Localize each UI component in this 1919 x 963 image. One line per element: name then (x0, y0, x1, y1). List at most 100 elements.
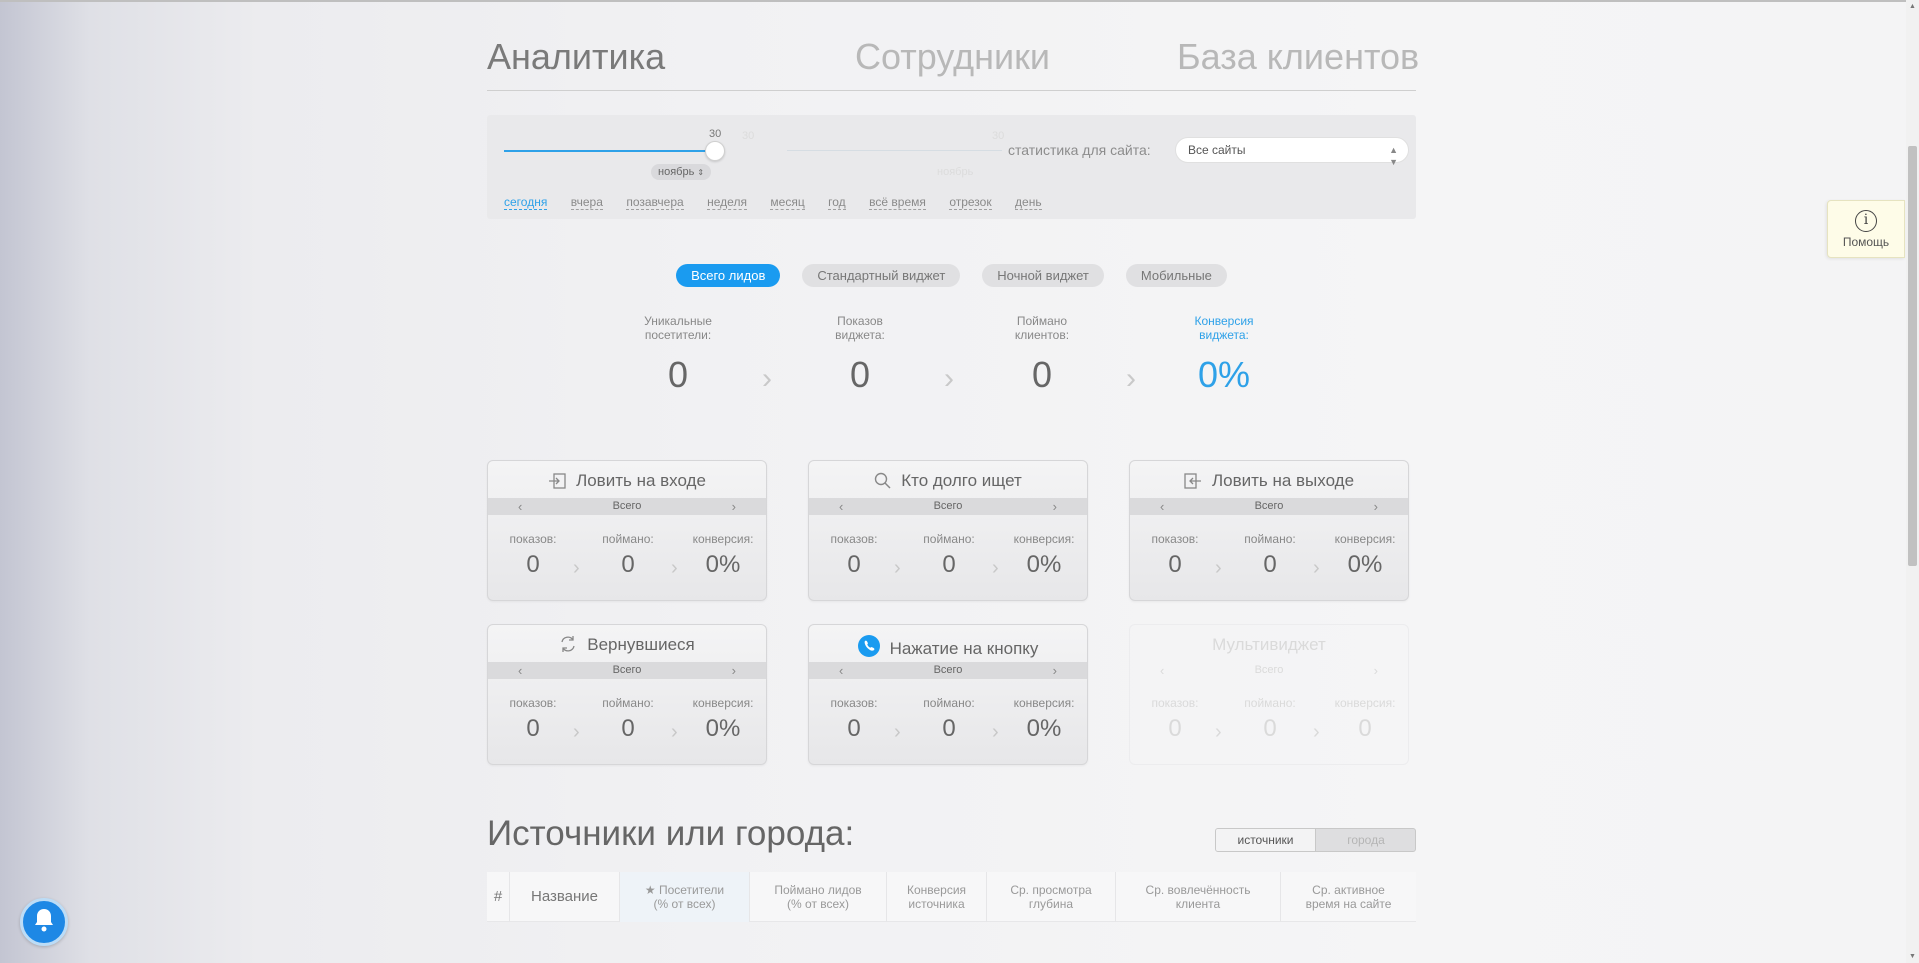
chevron-right-icon: › (573, 721, 580, 743)
col-visitors[interactable]: ★ Посетители (% от всех) (620, 872, 750, 922)
card-caught: поймано: 0 (1244, 696, 1296, 742)
chevron-right-icon[interactable]: › (1053, 498, 1057, 515)
chevron-right-icon: › (944, 362, 954, 395)
period-year[interactable]: год (828, 195, 846, 210)
segment-pills: Всего лидов Стандартный виджет Ночной видж… (487, 264, 1416, 287)
card-filter: ‹ Всего › (809, 498, 1087, 515)
card-filter: ‹ Всего › (1160, 663, 1378, 678)
scroll-up-icon[interactable]: ▲ (1909, 3, 1916, 10)
funnel-label: Показов виджета: (835, 314, 885, 342)
period-day[interactable]: день (1015, 195, 1042, 210)
tab-employees[interactable]: Сотрудники (855, 36, 1050, 78)
toggle-cities[interactable]: города (1316, 829, 1415, 851)
period-week[interactable]: неделя (707, 195, 747, 210)
card-shows: показов: 0 (1151, 696, 1199, 742)
card-shows: показов: 0 (830, 696, 878, 742)
chevron-right-icon: › (1373, 663, 1378, 678)
col-number[interactable]: # (487, 872, 510, 922)
chevron-left-icon[interactable]: ‹ (518, 662, 522, 679)
month-select[interactable]: ноябрь ⇕ (651, 164, 712, 180)
col-leads[interactable]: Поймано лидов (% от всех) (750, 872, 887, 922)
widget-card-returned[interactable]: Вернувшиеся ‹ Всего › показов: 0 › поймано:… (487, 624, 767, 765)
card-conversion: конверсия: 0% (1013, 696, 1075, 742)
period-month[interactable]: месяц (770, 195, 805, 210)
segment-all-leads[interactable]: Всего лидов (676, 264, 781, 287)
top-border (0, 0, 1919, 2)
segment-night-widget[interactable]: Ночной виджет (982, 264, 1104, 287)
chevron-right-icon: › (573, 557, 580, 579)
chevron-right-icon: › (671, 721, 678, 743)
help-button[interactable]: i Помощь (1827, 200, 1905, 258)
bell-icon (32, 907, 56, 938)
scrollbar[interactable]: ▲ ▼ (1906, 0, 1919, 963)
chevron-right-icon: › (894, 557, 901, 579)
col-name[interactable]: Название (510, 872, 620, 922)
funnel-stats: Уникальные посетители: 0 › Показов виджета… (487, 314, 1416, 404)
tab-analytics[interactable]: Аналитика (487, 36, 665, 78)
card-conversion: конверсия: 0 (1334, 696, 1396, 742)
card-shows: показов: 0 (830, 532, 878, 578)
card-title: Ловить на входе (488, 471, 766, 494)
date-slider-track-secondary (787, 150, 1002, 151)
chevron-left-icon[interactable]: ‹ (1160, 498, 1164, 515)
card-conversion: конверсия: 0% (1334, 532, 1396, 578)
segment-standard-widget[interactable]: Стандартный виджет (802, 264, 961, 287)
chevron-right-icon[interactable]: › (1053, 662, 1057, 679)
funnel-widget-shows: Показов виджета: 0 (800, 314, 920, 396)
chevron-right-icon: › (1215, 557, 1222, 579)
card-title: Мультивиджет (1212, 635, 1326, 654)
date-slider-handle[interactable] (705, 141, 725, 161)
period-day-before[interactable]: позавчера (626, 195, 684, 210)
sources-toggle: источники города (1215, 828, 1416, 852)
tab-clients[interactable]: База клиентов (1177, 36, 1419, 78)
chevron-left-icon[interactable]: ‹ (839, 662, 843, 679)
widget-card-catch-on-exit[interactable]: Ловить на выходе ‹ Всего › показов: 0 › пой… (1129, 460, 1409, 601)
card-shows: показов: 0 (1151, 532, 1199, 578)
chevron-right-icon[interactable]: › (1374, 498, 1378, 515)
site-label: статистика для сайта: (1008, 142, 1151, 158)
col-engagement[interactable]: Ср. вовлечённость клиента (1116, 872, 1281, 922)
funnel-label: Уникальные посетители: (644, 314, 712, 342)
card-caught: поймано: 0 (602, 696, 654, 742)
card-conversion: конверсия: 0% (692, 696, 754, 742)
period-range[interactable]: отрезок (949, 195, 992, 210)
period-today[interactable]: сегодня (504, 195, 548, 210)
phone-icon (857, 635, 880, 662)
widget-card-button-click[interactable]: Нажатие на кнопку ‹ Всего › показов: 0 › по… (808, 624, 1088, 765)
chevron-right-icon: › (1313, 557, 1320, 579)
card-conversion: конверсия: 0% (1013, 532, 1075, 578)
main-nav: Аналитика Сотрудники База клиентов (487, 30, 1419, 91)
search-icon (874, 472, 891, 494)
site-select[interactable]: Все сайты ▲ ▼ (1175, 137, 1409, 167)
segment-mobile[interactable]: Мобильные (1125, 264, 1227, 287)
card-title: Вернувшиеся (488, 635, 766, 658)
chevron-right-icon: › (992, 721, 999, 743)
chevron-right-icon: › (762, 362, 772, 395)
scroll-down-icon[interactable]: ▼ (1909, 953, 1916, 960)
date-slider-track[interactable] (504, 150, 712, 152)
select-arrows-icon: ▲ ▼ (1389, 145, 1398, 167)
notifications-button[interactable] (20, 898, 68, 946)
period-yesterday[interactable]: вчера (570, 195, 603, 210)
col-active-time[interactable]: Ср. активное время на сайте (1281, 872, 1416, 922)
col-source-conversion[interactable]: Конверсия источника (887, 872, 987, 922)
card-filter: ‹ Всего › (1130, 498, 1408, 515)
chevron-right-icon[interactable]: › (732, 662, 736, 679)
card-caught: поймано: 0 (1244, 532, 1296, 578)
chevron-right-icon[interactable]: › (732, 498, 736, 515)
col-view-depth[interactable]: Ср. просмотра глубина (987, 872, 1116, 922)
widget-card-long-search[interactable]: Кто долго ищет ‹ Всего › показов: 0 › пойма… (808, 460, 1088, 601)
site-select-value: Все сайты (1188, 143, 1246, 157)
widget-card-multiwidget: Мультивиджет ‹ Всего › показов: 0 › поймано… (1129, 624, 1409, 765)
chevron-right-icon: › (1215, 721, 1222, 743)
chevron-right-icon: › (1126, 362, 1136, 395)
funnel-value: 0 (1031, 354, 1053, 395)
funnel-value: 0 (667, 354, 689, 395)
period-all-time[interactable]: всё время (869, 195, 926, 210)
widget-card-catch-on-enter[interactable]: Ловить на входе ‹ Всего › показов: 0 › пойм… (487, 460, 767, 601)
scrollbar-thumb[interactable] (1908, 146, 1917, 566)
toggle-sources[interactable]: источники (1216, 829, 1316, 851)
chevron-left-icon[interactable]: ‹ (839, 498, 843, 515)
chevron-left-icon[interactable]: ‹ (518, 498, 522, 515)
period-list: сегодня вчера позавчера неделя месяц год… (504, 193, 1061, 211)
